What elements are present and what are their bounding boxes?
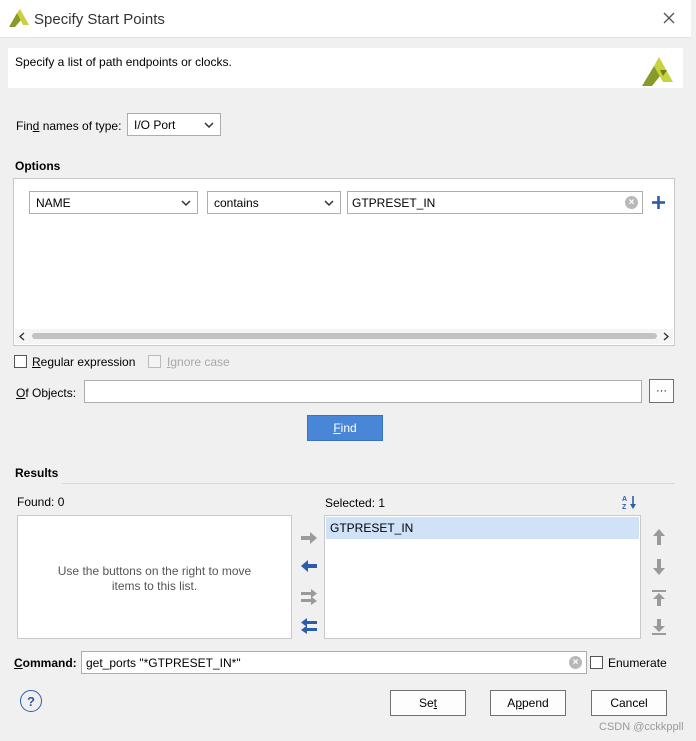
object-type-value: I/O Port bbox=[134, 117, 176, 132]
pattern-value: GTPRESET_IN bbox=[352, 195, 436, 210]
help-icon[interactable]: ? bbox=[20, 690, 42, 712]
move-down-button[interactable] bbox=[650, 558, 668, 576]
command-value: get_ports "*GTPRESET_IN*" bbox=[86, 655, 241, 670]
scroll-left-icon[interactable] bbox=[18, 332, 27, 341]
results-heading: Results bbox=[15, 466, 59, 480]
set-button[interactable]: Se t bbox=[390, 690, 466, 716]
move-to-bottom-button[interactable] bbox=[650, 618, 668, 636]
of-objects-input[interactable] bbox=[84, 380, 642, 403]
arrow-right-icon bbox=[301, 532, 317, 544]
clear-icon[interactable]: × bbox=[569, 656, 582, 669]
selected-count: Selected: 1 bbox=[325, 496, 386, 510]
regex-checkbox[interactable] bbox=[14, 355, 27, 368]
operator-value: contains bbox=[214, 195, 259, 210]
double-arrow-left-icon bbox=[301, 618, 317, 634]
find-names-label: Find names of type: bbox=[16, 119, 122, 133]
move-left-button[interactable] bbox=[300, 557, 318, 575]
window-title: Specify Start Points bbox=[34, 11, 165, 28]
arrow-left-icon bbox=[301, 560, 317, 572]
operator-dropdown[interactable]: contains bbox=[207, 191, 341, 214]
scrollbar-thumb[interactable] bbox=[32, 333, 657, 339]
watermark: CSDN @cckkppll bbox=[599, 721, 684, 733]
ignore-case-checkbox[interactable] bbox=[148, 355, 161, 368]
list-item[interactable]: GTPRESET_IN bbox=[326, 517, 639, 539]
cancel-button[interactable]: Cancel bbox=[591, 690, 667, 716]
field-dropdown[interactable]: NAME bbox=[29, 191, 198, 214]
enumerate-label: Enumerate bbox=[608, 656, 667, 670]
of-objects-label: Of Objects: bbox=[16, 386, 77, 400]
clear-icon[interactable]: × bbox=[625, 196, 638, 209]
enumerate-checkbox[interactable] bbox=[590, 656, 603, 669]
options-heading: Options bbox=[15, 159, 61, 173]
browse-objects-button[interactable]: ··· bbox=[649, 379, 674, 403]
title-bar: Specify Start Points bbox=[0, 0, 691, 38]
find-button[interactable]: Find bbox=[307, 415, 383, 441]
object-type-dropdown[interactable]: I/O Port bbox=[127, 113, 221, 136]
move-bottom-icon bbox=[652, 619, 666, 635]
field-value: NAME bbox=[36, 195, 71, 210]
scroll-right-icon[interactable] bbox=[661, 332, 670, 341]
chevron-down-icon bbox=[324, 199, 334, 206]
vivado-brand-icon bbox=[642, 57, 673, 86]
move-to-top-button[interactable] bbox=[650, 589, 668, 607]
move-all-left-button[interactable] bbox=[300, 617, 318, 635]
arrow-up-icon bbox=[653, 529, 665, 545]
vivado-logo-icon bbox=[9, 9, 29, 27]
command-input[interactable]: get_ports "*GTPRESET_IN*" × bbox=[81, 651, 587, 674]
found-count: Found: 0 bbox=[17, 495, 65, 509]
sort-az-icon[interactable]: A Z bbox=[622, 494, 638, 510]
double-arrow-right-icon bbox=[301, 589, 317, 605]
command-label: Command: bbox=[14, 656, 77, 670]
close-icon[interactable] bbox=[660, 9, 678, 27]
regex-label: Regular expression bbox=[32, 355, 136, 369]
move-right-button[interactable] bbox=[300, 529, 318, 547]
move-all-right-button[interactable] bbox=[300, 588, 318, 606]
svg-text:A: A bbox=[622, 496, 627, 503]
chevron-down-icon bbox=[181, 199, 191, 206]
chevron-down-icon bbox=[204, 121, 214, 128]
append-button[interactable]: Ap pend bbox=[490, 690, 566, 716]
found-list-empty-hint: Use the buttons on the right to move ite… bbox=[57, 564, 252, 593]
add-filter-icon[interactable] bbox=[651, 195, 666, 210]
results-divider bbox=[62, 483, 675, 484]
pattern-input[interactable]: GTPRESET_IN × bbox=[347, 191, 643, 214]
dialog-description: Specify a list of path endpoints or cloc… bbox=[15, 55, 232, 69]
selected-list[interactable]: GTPRESET_IN bbox=[324, 515, 641, 639]
move-up-button[interactable] bbox=[650, 528, 668, 546]
arrow-down-icon bbox=[653, 559, 665, 575]
svg-text:Z: Z bbox=[622, 504, 627, 510]
move-top-icon bbox=[652, 590, 666, 606]
ignore-case-label: Ignore case bbox=[167, 355, 230, 369]
horizontal-scrollbar[interactable] bbox=[15, 329, 673, 344]
